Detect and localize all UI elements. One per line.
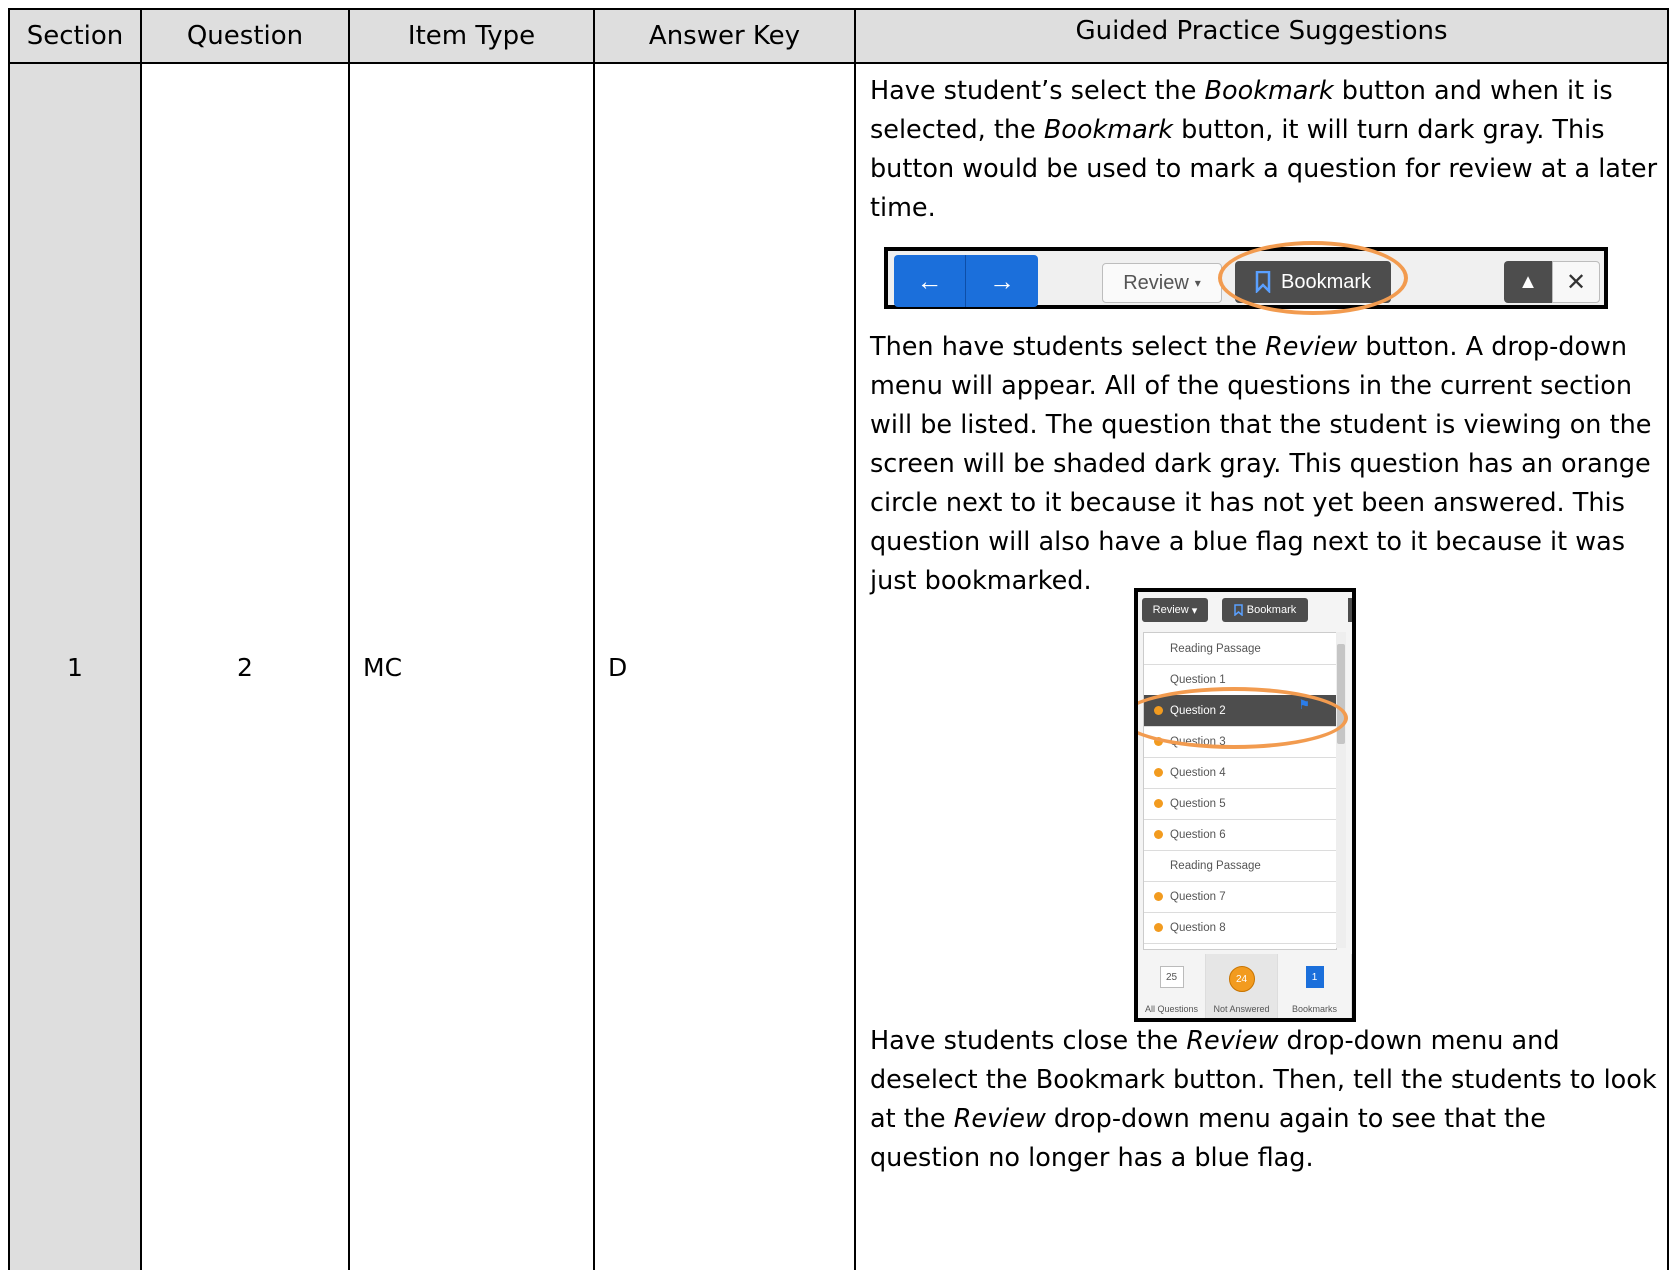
question-list-item-label: Question 8 [1170,921,1226,934]
cell-item-type: MC [348,62,593,1270]
bookmarks-label: Bookmarks [1291,1004,1337,1014]
guidance-paragraph-2: Then have students select the Review but… [870,332,1652,596]
caret-down-icon: ▾ [1194,276,1201,290]
pointer-tool-button[interactable]: ▲ [1504,261,1552,303]
unanswered-dot-icon [1154,768,1163,777]
all-questions-tab[interactable]: 25 All Questions [1138,954,1206,1018]
close-icon: ✕ [1565,268,1587,296]
question-list-item[interactable]: Question 7 [1144,881,1336,913]
question-list-item-label: Question 6 [1170,828,1226,841]
question-list-item[interactable]: Question 5 [1144,788,1336,820]
question-list-item-label: Question 5 [1170,797,1226,810]
guidance-paragraph-3: Have students close the Review drop-down… [870,1026,1657,1173]
arrow-left-icon: ← [916,265,943,296]
question-list-item[interactable]: Reading Passage [1144,850,1336,882]
header-item-type: Item Type [348,8,593,62]
all-questions-label: All Questions [1144,1004,1199,1014]
not-answered-tab[interactable]: 24 Not Answered [1206,954,1278,1018]
bookmarks-tab[interactable]: 1 Bookmarks [1278,954,1352,1018]
question-list-item[interactable]: Question 6 [1144,819,1336,851]
question-list-item[interactable]: Question 8 [1144,912,1336,944]
guidance-paragraph-1: Have student’s select the Bookmark butto… [870,76,1658,223]
question-list-item-label: Reading Passage [1170,642,1261,655]
next-button[interactable]: → [966,255,1038,307]
toolbar-screenshot: ← → Review ▾ Bookmark ▲ ✕ [884,241,1608,315]
unanswered-dot-icon [1154,799,1163,808]
unanswered-dot-icon [1154,923,1163,932]
question-list-item-label: Question 1 [1170,673,1226,686]
unanswered-dot-icon [1154,892,1163,901]
unanswered-dot-icon [1154,830,1163,839]
header-answer-key: Answer Key [593,8,854,62]
review-summary-footer: 25 All Questions 24 Not Answered 1 Bookm… [1138,954,1352,1018]
review-menu-screenshot: Review ▾ Bookmark Reading Passage Questio… [1134,588,1356,1022]
menu-toolbar-edge [1348,598,1352,622]
cell-guided-practice: Have student’s select the Bookmark butto… [854,62,1669,1270]
question-list: Reading Passage Question 1 Question 2 ⚑ Ques… [1143,632,1337,950]
question-list-item[interactable]: Reading Passage [1144,633,1336,665]
question-list-item[interactable]: Question 4 [1144,757,1336,789]
answer-key-table: Section Question Item Type Answer Key Gu… [8,8,1669,1270]
cell-answer-key: D [593,62,854,1270]
question-list-item-label: Reading Passage [1170,859,1261,872]
pointer-icon: ▲ [1518,270,1538,293]
cell-section: 1 [8,62,140,1270]
not-answered-count: 24 [1228,966,1255,992]
question-list-item-label: Question 7 [1170,890,1226,903]
all-questions-count: 25 [1159,966,1184,988]
bookmark-icon [1233,604,1243,616]
bookmarks-count: 1 [1305,966,1324,988]
caret-down-icon: ▾ [1191,604,1198,617]
menu-bookmark-button[interactable]: Bookmark [1222,598,1308,622]
highlight-ring [1218,241,1408,315]
question-list-item-label: Question 4 [1170,766,1226,779]
header-question: Question [140,8,348,62]
close-button[interactable]: ✕ [1552,261,1600,303]
header-section: Section [8,8,140,62]
previous-button[interactable]: ← [894,255,966,307]
not-answered-label: Not Answered [1213,1004,1270,1014]
cell-question: 2 [140,62,348,1270]
header-guided-practice: Guided Practice Suggestions [854,8,1669,62]
review-button[interactable]: Review ▾ [1102,263,1222,303]
list-scrollbar[interactable] [1336,632,1346,948]
arrow-right-icon: → [989,265,1015,296]
menu-review-button[interactable]: Review ▾ [1142,598,1208,622]
